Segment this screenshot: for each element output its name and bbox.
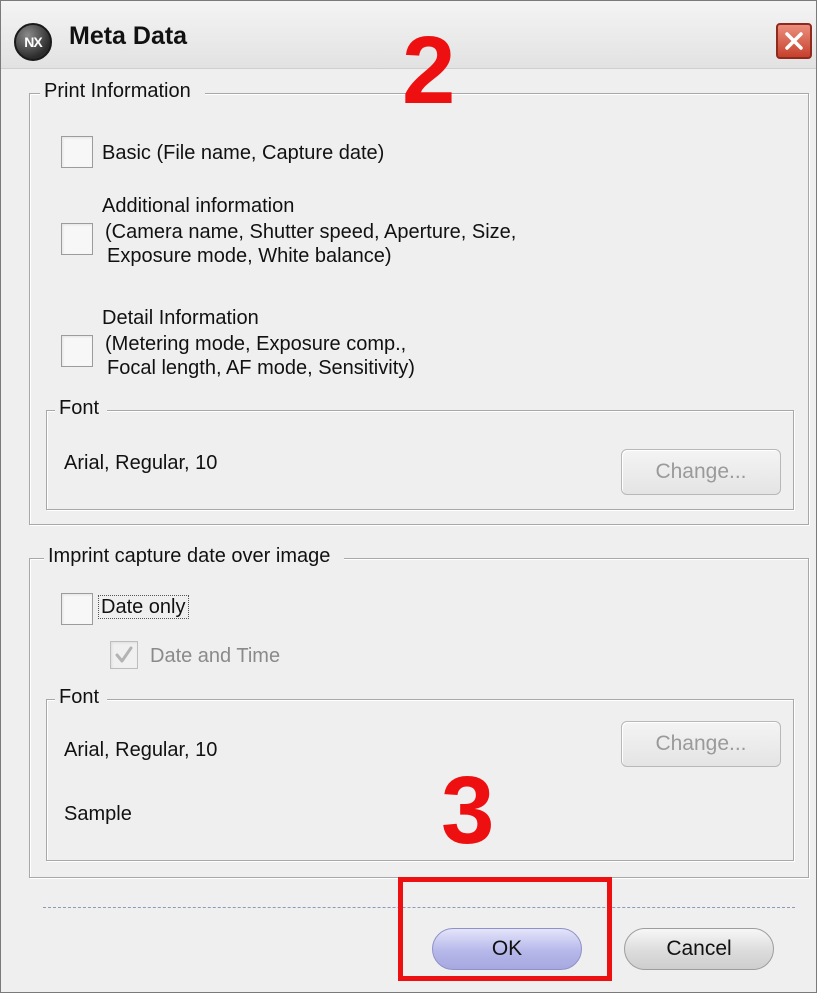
additional-info-detail-line1: (Camera name, Shutter speed, Aperture, S…	[105, 221, 517, 243]
date-only-label[interactable]: Date only	[98, 595, 189, 620]
nx-app-icon: NX	[14, 23, 52, 61]
print-font-value: Arial, Regular, 10	[64, 452, 218, 474]
checkmark-icon	[115, 646, 133, 663]
imprint-legend: Imprint capture date over image	[44, 545, 345, 568]
detail-info-detail-line2: Focal length, AF mode, Sensitivity)	[107, 357, 415, 379]
print-information-legend: Print Information	[40, 80, 205, 103]
imprint-font-legend: Font	[55, 686, 108, 709]
print-font-change-button[interactable]: Change...	[621, 449, 781, 495]
detail-info-detail-line1: (Metering mode, Exposure comp.,	[105, 333, 407, 355]
date-only-checkbox[interactable]	[61, 593, 93, 625]
basic-info-label[interactable]: Basic (File name, Capture date)	[102, 141, 384, 166]
imprint-font-change-button[interactable]: Change...	[621, 721, 781, 767]
close-button[interactable]	[776, 23, 812, 59]
print-font-legend: Font	[55, 397, 108, 420]
date-and-time-label[interactable]: Date and Time	[150, 644, 280, 669]
close-icon	[785, 32, 803, 50]
date-and-time-checkbox[interactable]	[110, 641, 138, 669]
sample-label: Sample	[64, 803, 132, 825]
window-title: Meta Data	[69, 22, 188, 50]
cancel-button[interactable]: Cancel	[624, 928, 774, 970]
detail-info-title[interactable]: Detail Information	[102, 306, 259, 331]
step-2-annotation: 2	[402, 17, 456, 124]
step-3-annotation: 3	[441, 757, 495, 864]
meta-data-dialog: NX Meta Data Print Information Basic (Fi…	[0, 0, 817, 993]
ok-highlight-box	[398, 877, 612, 981]
imprint-font-value: Arial, Regular, 10	[64, 739, 218, 761]
additional-info-title[interactable]: Additional information	[102, 194, 294, 219]
additional-info-checkbox[interactable]	[61, 223, 93, 255]
additional-info-detail-line2: Exposure mode, White balance)	[107, 245, 392, 267]
app-icon-text: NX	[24, 34, 42, 50]
detail-info-checkbox[interactable]	[61, 335, 93, 367]
basic-info-checkbox[interactable]	[61, 136, 93, 168]
